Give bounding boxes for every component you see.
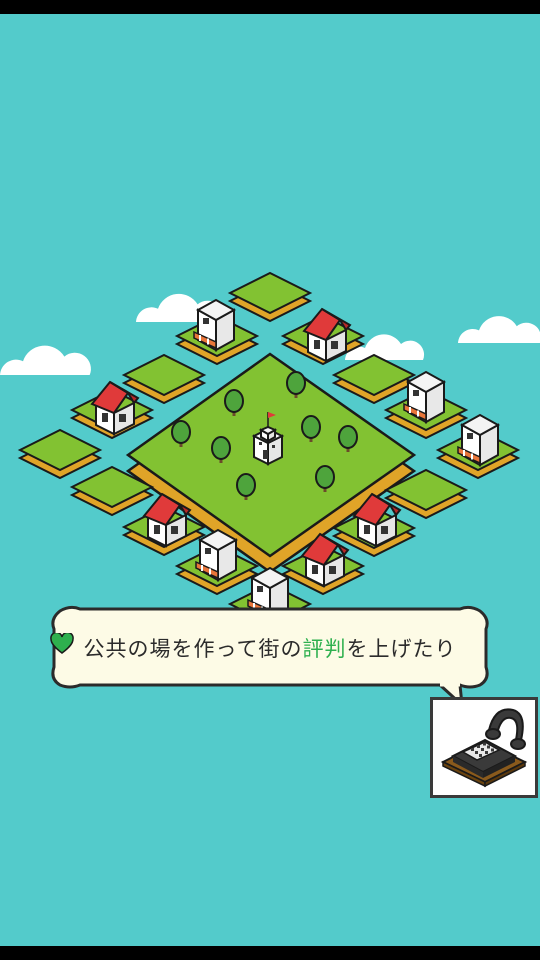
telephone-icon [440,708,528,788]
tile[interactable] [333,354,415,404]
house-building[interactable] [91,381,139,435]
town-map [0,272,540,633]
house-building[interactable] [303,308,351,362]
hint-text-after: を上げたり [346,637,457,661]
cloud [458,316,540,343]
hint-highlight: 評判 [302,637,347,661]
tile[interactable] [19,429,101,479]
hint-text-before: 公共の場を作って街の [83,637,303,661]
cloud [0,345,91,375]
phone-button[interactable] [430,697,538,798]
tile[interactable] [229,272,311,322]
hint-speech-bubble: 公共の場を作って街の 評判を上げたり [50,605,490,700]
navigation-bar [0,946,540,960]
hint-text: 公共の場を作って街の 評判を上げたり [50,633,490,663]
